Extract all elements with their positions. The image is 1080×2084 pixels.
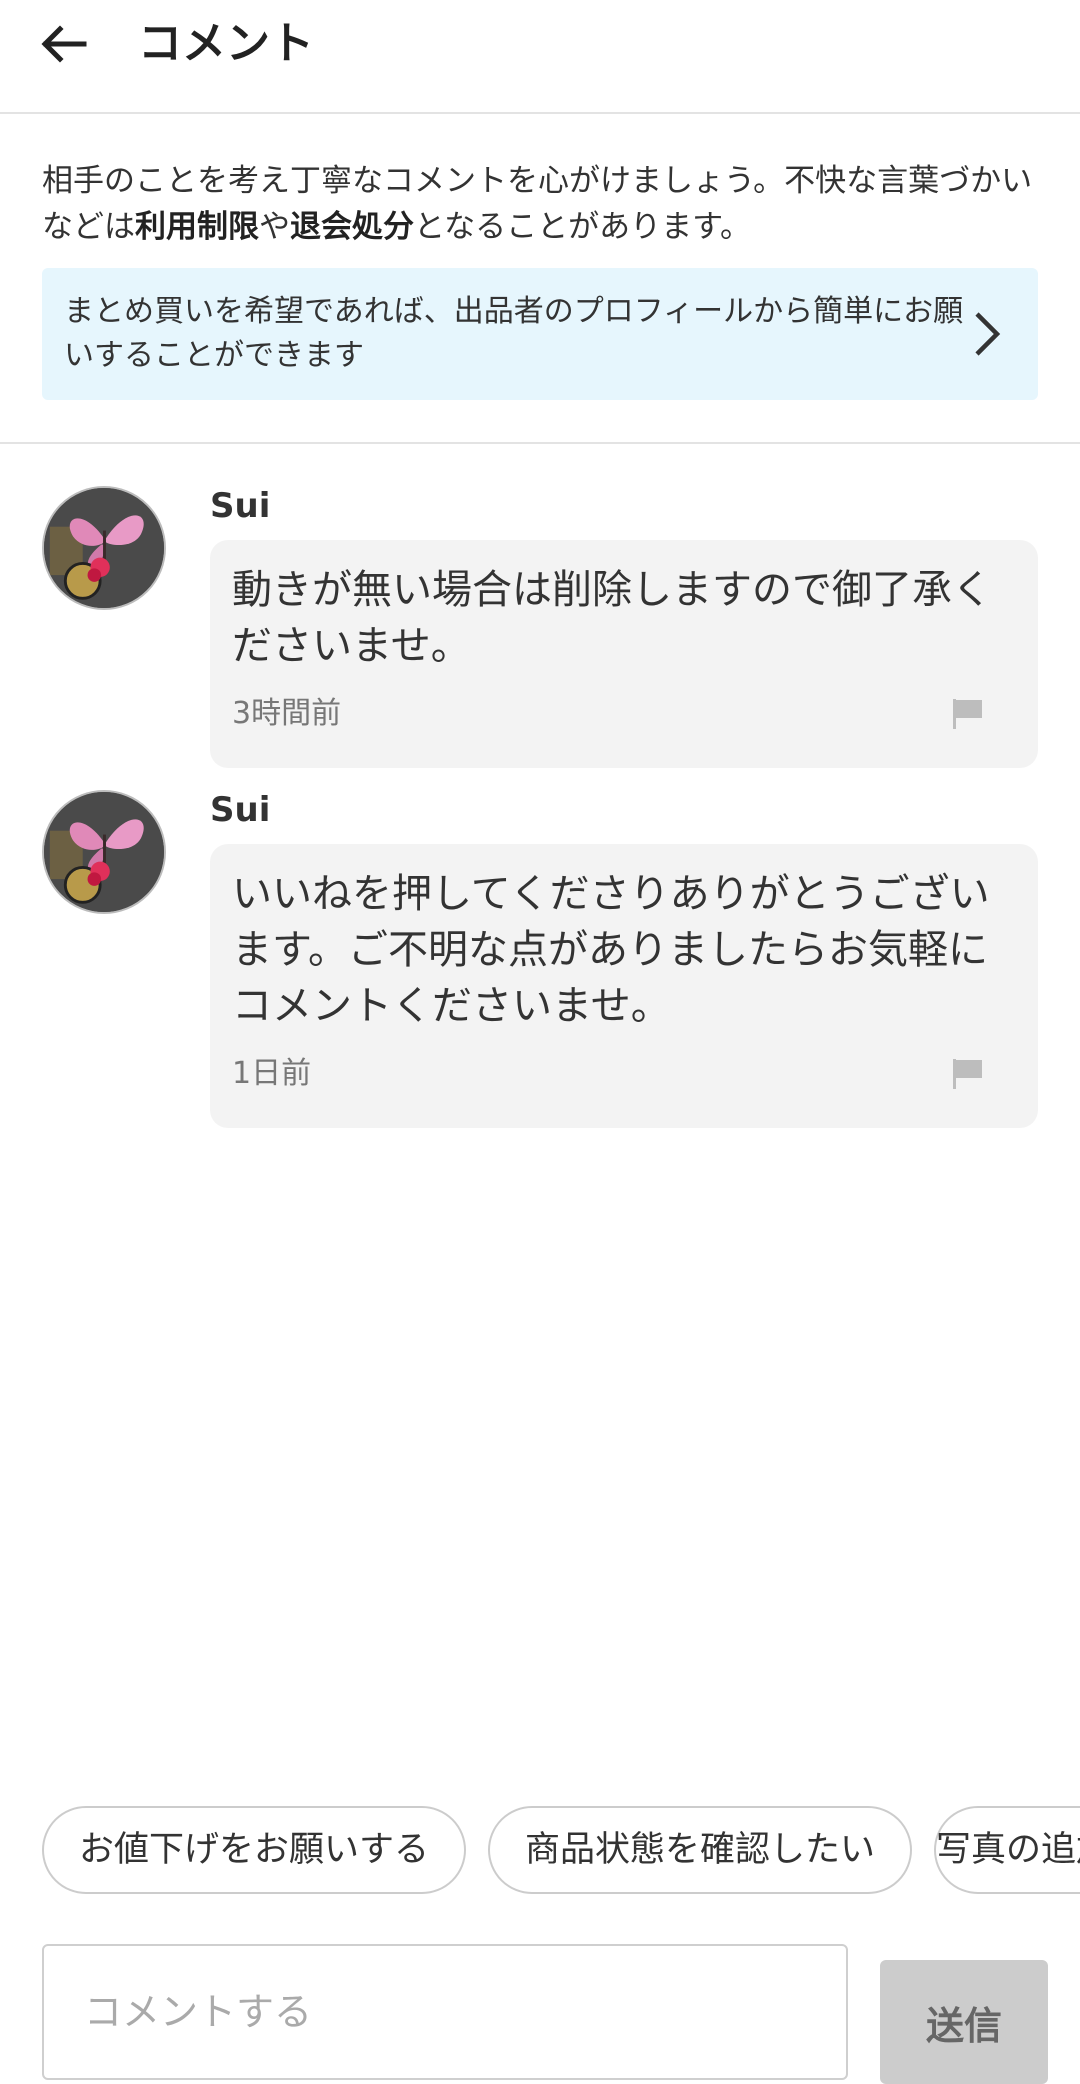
notice-text: となることがあります。 [414, 209, 751, 245]
notice-account-termination: 退会処分 [290, 209, 414, 245]
avatar[interactable] [42, 790, 166, 914]
divider [0, 442, 1080, 444]
butterfly-avatar-image [44, 792, 164, 912]
back-button[interactable] [34, 14, 94, 74]
comment-username[interactable]: Sui [210, 486, 270, 526]
comment-text: いいねを押してくださりありがとうございます。ご不明な点がありましたらお気軽にコメ… [232, 871, 990, 1029]
flag-icon[interactable] [950, 696, 986, 732]
quick-reply-chips: お値下げをお願いする 商品状態を確認したい 写真の追加をお願いしたい [0, 1806, 1080, 1898]
arrow-left-icon [41, 25, 87, 63]
comment-timestamp: 1日前 [232, 1056, 312, 1091]
comment-text: 動きが無い場合は削除しますので御了承くださいませ。 [232, 567, 992, 669]
avatar[interactable] [42, 486, 166, 610]
send-button[interactable]: 送信 [880, 1960, 1048, 2084]
quick-reply-price-down[interactable]: お値下げをお願いする [42, 1806, 466, 1894]
app-header: コメント [0, 0, 1080, 114]
comment-bubble: 動きが無い場合は削除しますので御了承くださいませ。 3時間前 [210, 540, 1038, 768]
chevron-right-icon [975, 312, 1001, 356]
notice-usage-restriction: 利用制限 [135, 209, 259, 245]
banner-text: まとめ買いを希望であれば、出品者のプロフィールから簡単にお願いすることができます [64, 294, 964, 373]
comment-input[interactable] [42, 1944, 848, 2080]
quick-reply-item-condition[interactable]: 商品状態を確認したい [488, 1806, 912, 1894]
page-title: コメント [138, 18, 314, 69]
comment-bubble: いいねを押してくださりありがとうございます。ご不明な点がありましたらお気軽にコメ… [210, 844, 1038, 1128]
bulk-purchase-banner[interactable]: まとめ買いを希望であれば、出品者のプロフィールから簡単にお願いすることができます [42, 268, 1038, 400]
comment-guideline-notice: 相手のことを考え丁寧なコメントを心がけましょう。不快な言葉づかいなどは利用制限や… [42, 158, 1042, 250]
butterfly-avatar-image [44, 488, 164, 608]
quick-reply-more-photos[interactable]: 写真の追加をお願いしたい [934, 1806, 1080, 1894]
comment-timestamp: 3時間前 [232, 696, 342, 731]
comment-username[interactable]: Sui [210, 790, 270, 830]
flag-icon[interactable] [950, 1056, 986, 1092]
notice-text: や [259, 209, 290, 245]
comment-screen: コメント 相手のことを考え丁寧なコメントを心がけましょう。不快な言葉づかいなどは… [0, 0, 1080, 2084]
